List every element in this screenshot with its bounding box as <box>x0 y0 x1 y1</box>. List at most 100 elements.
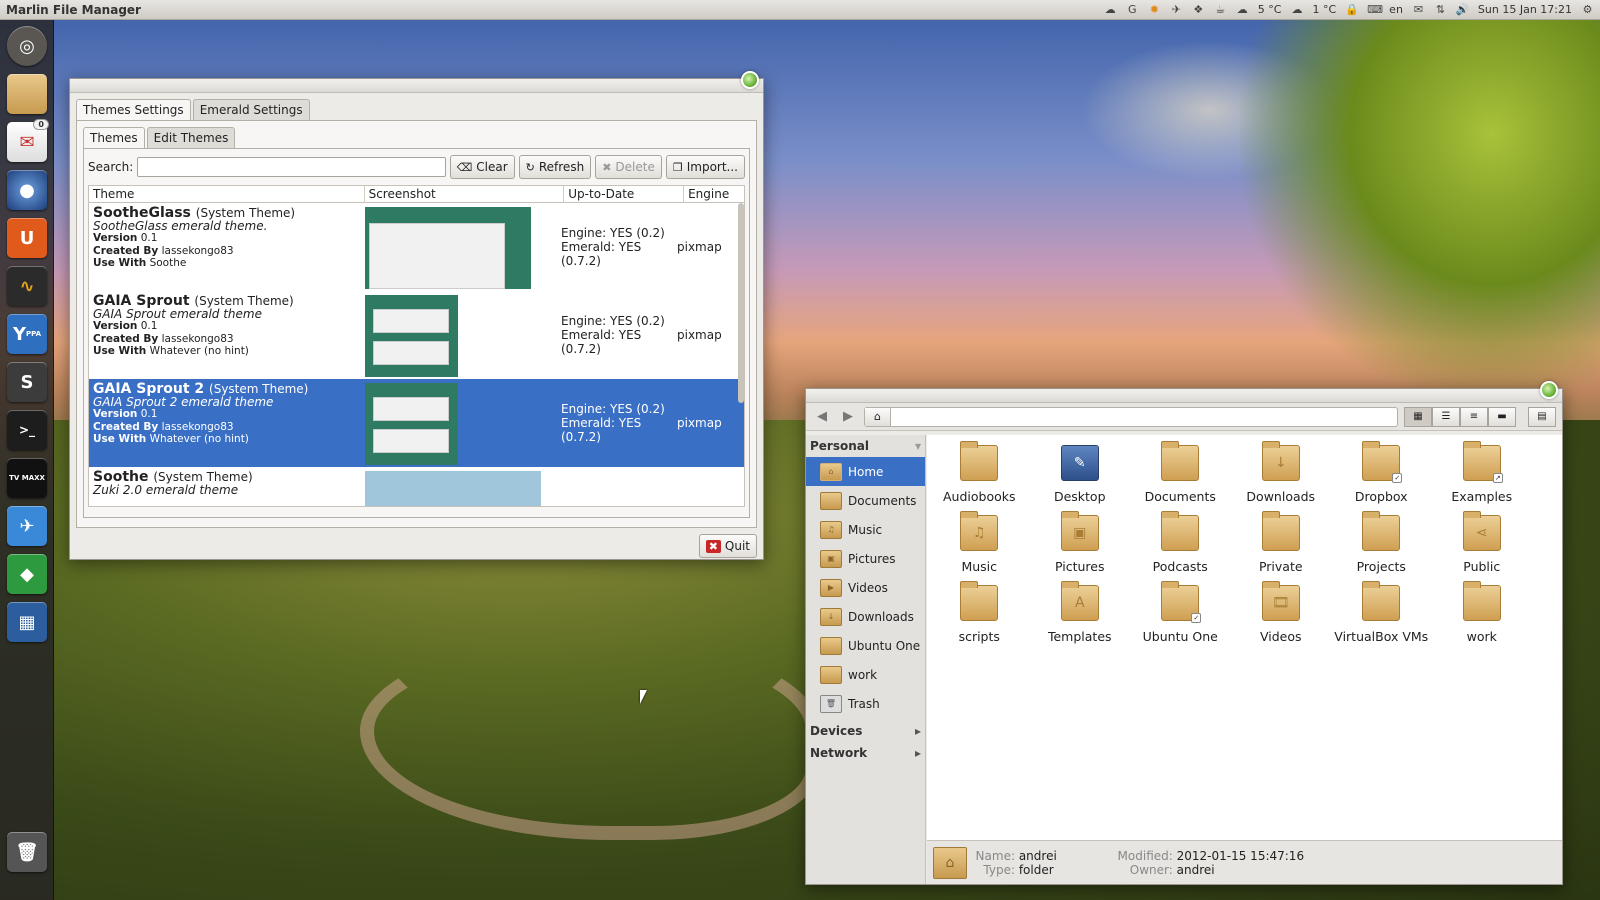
sidebar-item-downloads[interactable]: ↓ Downloads <box>806 602 925 631</box>
column-view-icon[interactable]: ▬ <box>1488 406 1516 427</box>
delete-button[interactable]: ✖ Delete <box>595 155 662 179</box>
volume-icon[interactable]: 🔊 <box>1456 3 1470 16</box>
file-item[interactable]: 🎞 Videos <box>1231 581 1332 651</box>
trash-launcher-icon[interactable]: 🗑 <box>7 832 47 872</box>
delete-label: Delete <box>615 160 655 174</box>
window-close-icon[interactable] <box>1540 381 1558 399</box>
sidebar-item-videos[interactable]: ▶ Videos <box>806 573 925 602</box>
file-item[interactable]: VirtualBox VMs <box>1331 581 1432 651</box>
file-item[interactable]: Projects <box>1331 511 1432 581</box>
file-item[interactable]: ▣ Pictures <box>1030 511 1131 581</box>
clear-icon: ⌫ <box>456 160 473 174</box>
network-icon[interactable]: ⇅ <box>1434 3 1447 16</box>
sidebar-item-ubuntu-one[interactable]: Ubuntu One <box>806 631 925 660</box>
file-item[interactable]: Documents <box>1130 441 1231 511</box>
devices-section[interactable]: Devices ▸ <box>806 720 925 742</box>
refresh-button[interactable]: ↻ Refresh <box>518 155 592 179</box>
blue-app-launcher-icon[interactable]: ✈ <box>7 506 47 546</box>
file-item[interactable]: ✎ Desktop <box>1030 441 1131 511</box>
dropbox-icon[interactable]: ❖ <box>1192 3 1205 16</box>
tab-edit-themes[interactable]: Edit Themes <box>146 127 236 148</box>
clock[interactable]: Sun 15 Jan 17:21 <box>1478 3 1572 16</box>
sidebar-item-home[interactable]: ⌂ Home <box>806 457 925 486</box>
compact-view-icon[interactable]: ≡ <box>1460 406 1488 427</box>
file-item[interactable]: Podcasts <box>1130 511 1231 581</box>
file-item[interactable]: ♫ Music <box>929 511 1030 581</box>
clear-button[interactable]: ⌫ Clear <box>449 155 515 179</box>
quit-button[interactable]: ✖ Quit <box>698 534 757 558</box>
clear-label: Clear <box>476 160 508 174</box>
file-item[interactable]: ✓ Dropbox <box>1331 441 1432 511</box>
terminal-launcher-icon[interactable]: >_ <box>7 410 47 450</box>
file-item[interactable]: A Templates <box>1030 581 1131 651</box>
table-row[interactable]: Soothe (System Theme) Zuki 2.0 emerald t… <box>89 467 744 506</box>
file-item[interactable]: work <box>1432 581 1533 651</box>
table-scrollbar[interactable] <box>738 203 744 403</box>
weather-cloud-icon-2[interactable]: ☁ <box>1290 3 1303 16</box>
temperature-2[interactable]: 1 °C <box>1312 3 1336 16</box>
list-view-icon[interactable]: ☰ <box>1432 406 1460 427</box>
power-icon[interactable]: ⚙ <box>1581 3 1594 16</box>
import-button[interactable]: ❐ Import... <box>665 155 745 179</box>
back-arrow-icon[interactable]: ◀ <box>812 409 832 424</box>
files-launcher-icon[interactable] <box>7 74 47 114</box>
icon-view-icon[interactable]: ▦ <box>1404 406 1432 427</box>
cloud-icon[interactable]: ☁ <box>1104 3 1117 16</box>
sidebar-item-music[interactable]: ♫ Music <box>806 515 925 544</box>
keyboard-layout[interactable]: en <box>1389 3 1403 16</box>
ubuntu-one-launcher-icon[interactable]: U <box>7 218 47 258</box>
emerald-titlebar[interactable] <box>70 71 763 93</box>
tab-emerald-settings[interactable]: Emerald Settings <box>192 99 310 120</box>
file-item[interactable]: ✓ Ubuntu One <box>1130 581 1231 651</box>
table-row[interactable]: GAIA Sprout (System Theme) GAIA Sprout e… <box>89 291 744 379</box>
path-bar[interactable]: ⌂ <box>864 406 1398 427</box>
col-up-to-date[interactable]: Up-to-Date <box>564 186 685 202</box>
file-item[interactable]: ⋖ Public <box>1432 511 1533 581</box>
s-launcher-icon[interactable]: S <box>7 362 47 402</box>
mail-icon[interactable]: ✉ <box>1412 3 1425 16</box>
tab-themes-settings[interactable]: Themes Settings <box>76 99 191 120</box>
coffee-icon[interactable]: ☕ <box>1214 3 1227 16</box>
import-label: Import... <box>686 160 738 174</box>
sidebar-item-work[interactable]: work <box>806 660 925 689</box>
tab-themes[interactable]: Themes <box>83 127 145 148</box>
mail-launcher-icon[interactable]: ✉ 0 <box>7 119 49 162</box>
globe-launcher-icon[interactable]: ● <box>7 170 47 210</box>
col-theme[interactable]: Theme <box>89 186 365 202</box>
file-manager-titlebar[interactable] <box>806 381 1562 403</box>
table-row-selected[interactable]: GAIA Sprout 2 (System Theme) GAIA Sprout… <box>89 379 744 467</box>
file-item[interactable]: scripts <box>929 581 1030 651</box>
tv-maxx-launcher-icon[interactable]: TV MAXX <box>7 458 47 498</box>
workspaces-launcher-icon[interactable]: ▦ <box>7 602 47 642</box>
window-close-icon[interactable] <box>741 71 759 89</box>
col-screenshot[interactable]: Screenshot <box>365 186 565 202</box>
file-item[interactable]: Private <box>1231 511 1332 581</box>
keyboard-icon[interactable]: ⌨ <box>1367 3 1383 16</box>
temperature-1[interactable]: 5 °C <box>1258 3 1282 16</box>
y-ppa-launcher-icon[interactable]: Y PPA <box>7 314 47 354</box>
network-section[interactable]: Network ▸ <box>806 742 925 764</box>
file-item[interactable]: ↓ Downloads <box>1231 441 1332 511</box>
engine-status: Engine: YES (0.2) <box>561 314 665 328</box>
sidebar-item-documents[interactable]: Documents <box>806 486 925 515</box>
search-input[interactable] <box>137 157 446 177</box>
emerald-launcher-icon[interactable]: ◆ <box>7 554 47 594</box>
personal-section[interactable]: Personal ▾ <box>806 435 925 457</box>
file-item[interactable]: Audiobooks <box>929 441 1030 511</box>
dash-home-icon[interactable]: ◎ <box>7 26 47 66</box>
weather-cloud-icon[interactable]: ☁ <box>1236 3 1249 16</box>
sidebar-item-trash[interactable]: 🗑 Trash <box>806 689 925 718</box>
system-monitor-launcher-icon[interactable]: ∿ <box>7 266 47 306</box>
col-engine[interactable]: Engine <box>684 186 744 202</box>
airplane-icon[interactable]: ✈ <box>1170 3 1183 16</box>
file-view[interactable]: Audiobooks ✎ Desktop Documents ↓ Downloads… <box>927 435 1562 840</box>
g-icon[interactable]: G <box>1126 3 1139 16</box>
lock-icon[interactable]: 🔒 <box>1345 3 1359 16</box>
menu-icon[interactable]: ▤ <box>1528 406 1556 427</box>
table-row[interactable]: SootheGlass (System Theme) SootheGlass e… <box>89 203 744 291</box>
sidebar-item-pictures[interactable]: ▣ Pictures <box>806 544 925 573</box>
forward-arrow-icon[interactable]: ▶ <box>838 409 858 424</box>
home-path-icon[interactable]: ⌂ <box>865 407 891 426</box>
sun-weather-icon[interactable]: ✹ <box>1148 3 1161 16</box>
file-item[interactable]: ↗ Examples <box>1432 441 1533 511</box>
